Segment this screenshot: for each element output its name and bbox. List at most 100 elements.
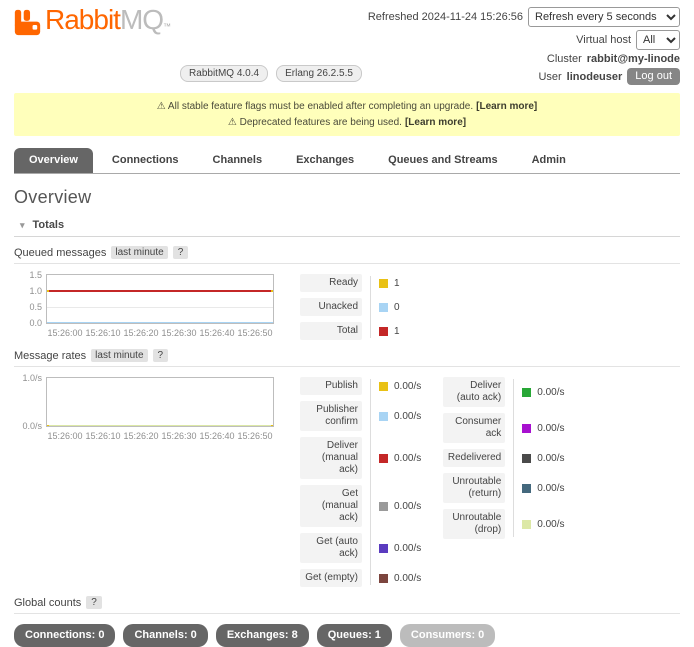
legend-swatch-unacked-icon (379, 303, 388, 312)
global-counts-help-icon[interactable]: ? (86, 596, 102, 609)
tab-admin[interactable]: Admin (517, 148, 581, 173)
legend-label: Unroutable (return) (443, 473, 505, 503)
user-name: linodeuser (567, 71, 623, 83)
legend-value: 0.00/s (394, 453, 421, 464)
virtual-host-select[interactable]: All (636, 30, 680, 50)
version-badges: RabbitMQ 4.0.4 Erlang 26.2.5.5 (180, 65, 362, 82)
global-counts-title: Global counts (14, 597, 81, 609)
page-title: Overview (14, 187, 680, 208)
legend-label: Total (300, 322, 362, 340)
x-tick-label: 15:26:00 (47, 431, 82, 441)
legend-label: Deliver (auto ack) (443, 377, 505, 407)
global-count-exchanges: Exchanges: 8 (216, 624, 309, 647)
global-count-channels: Channels: 0 (123, 624, 207, 647)
legend-label: Get (empty) (300, 569, 362, 587)
message-rates-header: Message rates last minute ? (14, 349, 680, 367)
legend-value: 0.00/s (394, 381, 421, 392)
legend-swatch-get-manual-ack-icon (379, 502, 388, 511)
legend-value: 0.00/s (394, 411, 421, 422)
legend-row-get-manual-ack: Get (manual ack)0.00/s (300, 485, 421, 527)
tab-channels[interactable]: Channels (198, 148, 278, 173)
queued-help-icon[interactable]: ? (173, 246, 189, 259)
legend-row-publisher-confirm: Publisher confirm 0.00/s (300, 401, 421, 431)
legend-row-deliver-manual-ack: Deliver (manual ack) 0.00/s (300, 437, 421, 479)
global-count-connections: Connections: 0 (14, 624, 115, 647)
virtual-host-label: Virtual host (576, 34, 631, 46)
y-tick-label: 1.0/s (22, 373, 42, 383)
banner-text: ⚠ All stable feature flags must be enabl… (157, 101, 473, 112)
y-tick-label: 0.0/s (22, 421, 42, 431)
legend-row-unroutable-return: Unroutable (return) 0.00/s (443, 473, 564, 503)
chart-x-axis: 15:26:0015:26:1015:26:2015:26:3015:26:40… (46, 328, 274, 340)
x-tick-label: 15:26:30 (161, 431, 196, 441)
queued-range-badge[interactable]: last minute (111, 246, 167, 259)
y-tick-label: 1.5 (29, 270, 42, 280)
series-line-unroutable-drop (49, 425, 271, 426)
x-tick-label: 15:26:20 (123, 431, 158, 441)
tab-exchanges[interactable]: Exchanges (281, 148, 369, 173)
legend-label: Publisher confirm (300, 401, 362, 431)
x-tick-label: 15:26:40 (199, 328, 234, 338)
rabbitmq-version-badge: RabbitMQ 4.0.4 (180, 65, 268, 82)
legend-swatch-consumer-ack-icon (522, 424, 531, 433)
banner-line-deprecated: ⚠ Deprecated features are being used.[Le… (22, 115, 672, 131)
refreshed-timestamp: Refreshed 2024-11-24 15:26:56 (368, 11, 523, 23)
legend-value: 0 (394, 302, 400, 313)
banner-text: ⚠ Deprecated features are being used. (228, 117, 402, 128)
user-label: User (538, 71, 561, 83)
legend-swatch-deliver-manual-ack-icon (379, 454, 388, 463)
chart-x-axis: 15:26:0015:26:1015:26:2015:26:3015:26:40… (46, 431, 274, 443)
legend-label: Redelivered (443, 449, 505, 467)
x-tick-label: 15:26:50 (237, 431, 272, 441)
x-tick-label: 15:26:30 (161, 328, 196, 338)
global-counts-pills: Connections: 0Channels: 0Exchanges: 8Que… (14, 624, 680, 647)
legend-swatch-total-icon (379, 327, 388, 336)
queued-messages-title: Queued messages (14, 247, 106, 259)
totals-section-toggle[interactable]: ▾Totals (14, 217, 680, 237)
totals-label: Totals (33, 219, 65, 231)
y-tick-label: 0.0 (29, 318, 42, 328)
legend-value: 0.00/s (537, 453, 564, 464)
rates-help-icon[interactable]: ? (153, 349, 169, 362)
rabbitmq-logo[interactable]: RabbitMQ™ (14, 5, 170, 85)
learn-more-link-feature-flags[interactable]: [Learn more] (476, 101, 537, 112)
legend-label: Unacked (300, 298, 362, 316)
legend-value: 0.00/s (394, 501, 421, 512)
header-right: Refreshed 2024-11-24 15:26:56 Refresh ev… (368, 5, 680, 85)
message-rates-title: Message rates (14, 350, 86, 362)
legend-row-consumer-ack: Consumer ack0.00/s (443, 413, 564, 443)
series-line-unacked (47, 322, 273, 323)
legend-row-total: Total 1 (300, 322, 400, 340)
legend-swatch-ready-icon (379, 279, 388, 288)
y-tick-label: 1.0 (29, 286, 42, 296)
banner-line-feature-flags: ⚠ All stable feature flags must be enabl… (22, 99, 672, 115)
legend-swatch-get-auto-ack-icon (379, 544, 388, 553)
legend-value: 1 (394, 326, 400, 337)
x-tick-label: 15:26:00 (47, 328, 82, 338)
message-rates-legends: Publish0.00/sPublisher confirm0.00/sDeli… (274, 377, 565, 587)
legend-row-redelivered: Redelivered 0.00/s (443, 449, 564, 467)
y-tick-label: 0.5 (29, 302, 42, 312)
x-tick-label: 15:26:10 (85, 431, 120, 441)
rates-range-badge[interactable]: last minute (91, 349, 147, 362)
tab-overview[interactable]: Overview (14, 148, 93, 173)
legend-swatch-deliver-auto-ack-icon (522, 388, 531, 397)
tab-connections[interactable]: Connections (97, 148, 194, 173)
logout-button[interactable]: Log out (627, 68, 680, 85)
refresh-interval-select[interactable]: Refresh every 5 seconds (528, 7, 680, 27)
legend-label: Deliver (manual ack) (300, 437, 362, 479)
legend-label: Get (auto ack) (300, 533, 362, 563)
legend-value: 0.00/s (394, 543, 421, 554)
tab-queues-and-streams[interactable]: Queues and Streams (373, 148, 512, 173)
legend-value: 0.00/s (537, 483, 564, 494)
cluster-label: Cluster (547, 53, 582, 65)
legend-row-unacked: Unacked 0 (300, 298, 400, 316)
legend-value: 1 (394, 278, 400, 289)
x-tick-label: 15:26:50 (237, 328, 272, 338)
header: RabbitMQ™ RabbitMQ 4.0.4 Erlang 26.2.5.5… (14, 0, 680, 85)
learn-more-link-deprecated[interactable]: [Learn more] (405, 117, 466, 128)
legend-label: Publish (300, 377, 362, 395)
series-line-total (49, 290, 271, 292)
legend-swatch-unroutable-return-icon (522, 484, 531, 493)
queued-messages-legend: Ready1Unacked0Total1 (300, 274, 400, 340)
